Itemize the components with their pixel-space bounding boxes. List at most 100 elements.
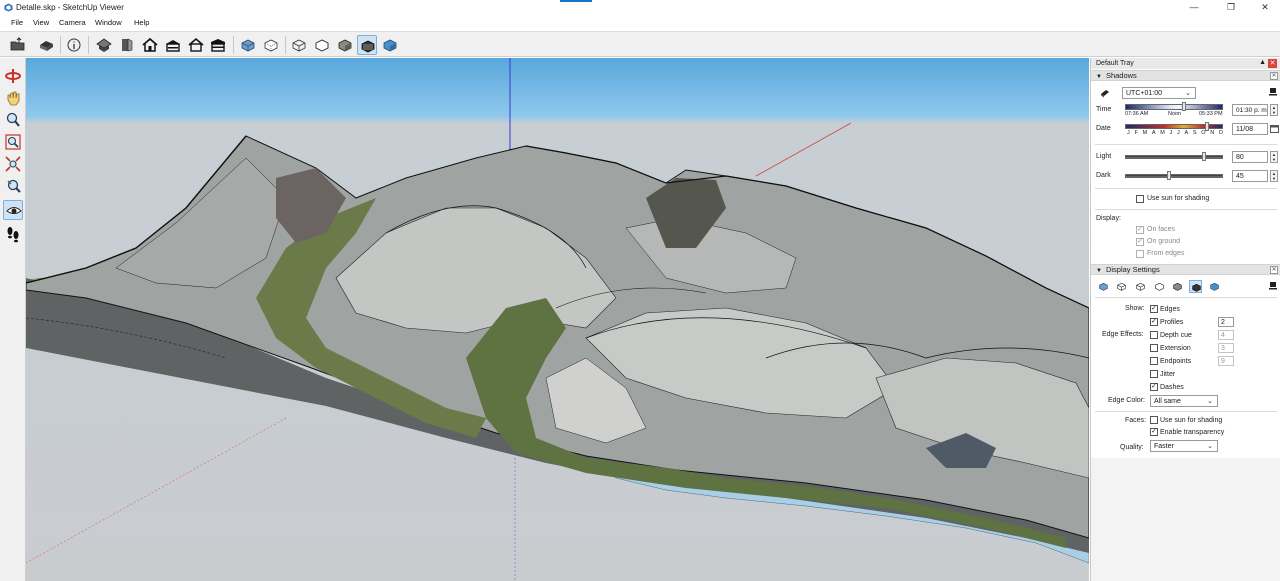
- wireframe-icon[interactable]: [1134, 280, 1147, 293]
- dark-spinner[interactable]: ▲ ▼: [1270, 170, 1278, 182]
- look-around-icon[interactable]: [3, 200, 23, 220]
- zoom-window-icon[interactable]: [3, 132, 23, 152]
- use-sun-label: Use sun for shading: [1147, 195, 1210, 202]
- endpoints-field[interactable]: 9: [1218, 356, 1234, 366]
- dashes-label: Dashes: [1160, 384, 1184, 391]
- zoom-extents-icon[interactable]: [3, 154, 23, 174]
- edge-color-dropdown[interactable]: All same ⌄: [1150, 395, 1218, 407]
- walk-icon[interactable]: [3, 224, 23, 244]
- back-edges-icon[interactable]: [261, 35, 281, 55]
- on-ground-checkbox[interactable]: ✓: [1136, 238, 1144, 246]
- calendar-icon[interactable]: [1270, 124, 1279, 133]
- menu-bar: File View Camera Window Help: [0, 16, 1280, 30]
- minimize-icon[interactable]: —: [1177, 0, 1211, 16]
- jitter-checkbox[interactable]: [1150, 370, 1158, 378]
- toolbar-separator: [285, 36, 286, 54]
- faces-use-sun-checkbox[interactable]: [1150, 416, 1158, 424]
- tray-close-icon[interactable]: ✕: [1268, 59, 1277, 68]
- model-viewport[interactable]: [26, 58, 1089, 581]
- section-close-icon[interactable]: ✕: [1270, 266, 1278, 274]
- shaded-textures-icon[interactable]: [1189, 280, 1202, 293]
- hidden-line-icon[interactable]: [1153, 280, 1166, 293]
- back-view-icon[interactable]: [186, 35, 206, 55]
- profiles-field[interactable]: 2: [1218, 317, 1234, 327]
- time-slider[interactable]: [1125, 104, 1223, 110]
- shadows-header-label: Shadows: [1105, 71, 1137, 80]
- close-icon[interactable]: ✕: [1248, 0, 1280, 16]
- extension-label: Extension: [1160, 345, 1191, 352]
- month-tick: M: [1142, 130, 1148, 136]
- details-toggle-icon[interactable]: [1268, 281, 1278, 291]
- back-edges-icon[interactable]: [1115, 280, 1128, 293]
- shaded-icon[interactable]: [1171, 280, 1184, 293]
- on-faces-checkbox[interactable]: ✓: [1136, 226, 1144, 234]
- timezone-dropdown[interactable]: UTC+01:00 ⌄: [1122, 87, 1196, 99]
- right-view-icon[interactable]: [163, 35, 183, 55]
- time-slider-thumb[interactable]: [1181, 102, 1186, 111]
- wireframe-icon[interactable]: [289, 35, 309, 55]
- hidden-line-icon[interactable]: [312, 35, 332, 55]
- quality-dropdown[interactable]: Faster ⌄: [1150, 440, 1218, 452]
- previous-view-icon[interactable]: [3, 176, 23, 196]
- edge-color-label: Edge Color:: [1108, 397, 1145, 404]
- section-close-icon[interactable]: ✕: [1270, 72, 1278, 80]
- pin-icon[interactable]: ▲: [1259, 59, 1266, 66]
- edges-checkbox[interactable]: ✓: [1150, 305, 1158, 313]
- from-edges-checkbox[interactable]: [1136, 250, 1144, 258]
- time-spinner[interactable]: ▲ ▼: [1270, 104, 1278, 116]
- dark-field[interactable]: 45: [1232, 170, 1268, 182]
- model-info-icon[interactable]: [64, 35, 84, 55]
- pan-icon[interactable]: [3, 88, 23, 108]
- enable-transparency-checkbox[interactable]: ✓: [1150, 428, 1158, 436]
- red-axis-dashed: [26, 417, 287, 564]
- front-view-icon[interactable]: [140, 35, 160, 55]
- iso-view-icon[interactable]: [94, 35, 114, 55]
- shaded-icon[interactable]: [335, 35, 355, 55]
- display-style-row: [1097, 280, 1227, 294]
- extension-checkbox[interactable]: [1150, 344, 1158, 352]
- orbit-icon[interactable]: [3, 66, 23, 86]
- details-toggle-icon[interactable]: [1268, 87, 1278, 97]
- zoom-icon[interactable]: [3, 110, 23, 130]
- light-slider-thumb[interactable]: [1202, 152, 1206, 161]
- use-sun-checkbox[interactable]: [1136, 195, 1144, 203]
- display-settings-header[interactable]: ▼ Display Settings ✕: [1091, 264, 1280, 275]
- menu-view[interactable]: View: [33, 18, 49, 27]
- left-view-icon[interactable]: [208, 35, 228, 55]
- top-view-icon[interactable]: [117, 35, 137, 55]
- monochrome-icon[interactable]: [380, 35, 400, 55]
- profiles-label: Profiles: [1160, 319, 1184, 326]
- xray-icon[interactable]: [1097, 280, 1110, 293]
- open-file-icon[interactable]: [8, 35, 28, 55]
- date-field[interactable]: 11/08: [1232, 123, 1268, 135]
- light-field[interactable]: 80: [1232, 151, 1268, 163]
- dashes-checkbox[interactable]: ✓: [1150, 383, 1158, 391]
- light-slider[interactable]: [1125, 155, 1223, 159]
- maximize-icon[interactable]: ❐: [1214, 0, 1248, 16]
- xray-icon[interactable]: [238, 35, 258, 55]
- dark-slider-thumb[interactable]: [1167, 171, 1171, 180]
- menu-file[interactable]: File: [11, 18, 23, 27]
- shadows-header[interactable]: ▼ Shadows ✕: [1091, 70, 1280, 81]
- extension-field[interactable]: 3: [1218, 343, 1234, 353]
- menu-camera[interactable]: Camera: [59, 18, 86, 27]
- dark-slider[interactable]: [1125, 174, 1223, 178]
- time-field[interactable]: 01:30 p. m.: [1232, 104, 1268, 116]
- endpoints-checkbox[interactable]: [1150, 357, 1158, 365]
- edges-label: Edges: [1160, 306, 1180, 313]
- sketchup-logo-icon: [4, 3, 13, 12]
- depth-cue-field[interactable]: 4: [1218, 330, 1234, 340]
- print-icon[interactable]: [36, 35, 56, 55]
- light-spinner[interactable]: ▲ ▼: [1270, 151, 1278, 163]
- shaded-textures-icon[interactable]: [357, 35, 377, 55]
- monochrome-icon[interactable]: [1208, 280, 1221, 293]
- date-label: Date: [1096, 125, 1111, 132]
- menu-window[interactable]: Window: [95, 18, 122, 27]
- depth-cue-checkbox[interactable]: [1150, 331, 1158, 339]
- shadow-toggle-icon[interactable]: [1099, 87, 1111, 99]
- profiles-checkbox[interactable]: ✓: [1150, 318, 1158, 326]
- month-tick: F: [1134, 130, 1138, 136]
- menu-help[interactable]: Help: [134, 18, 149, 27]
- terrain-model: [26, 58, 1089, 581]
- window-title: Detalle.skp - SketchUp Viewer: [16, 3, 124, 12]
